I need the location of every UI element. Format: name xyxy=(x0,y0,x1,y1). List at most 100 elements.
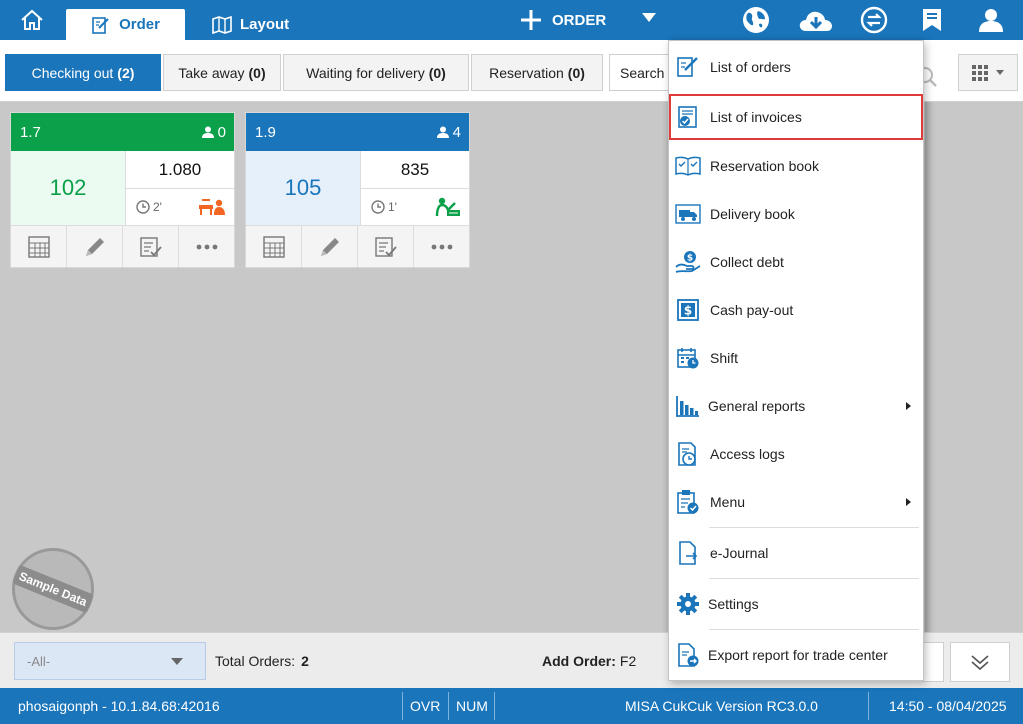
menu-divider xyxy=(709,629,919,630)
home-button[interactable] xyxy=(0,0,64,40)
edit-order-button[interactable] xyxy=(302,226,358,267)
clock-icon xyxy=(371,200,385,214)
tab-waiting-for-delivery[interactable]: Waiting for delivery (0) xyxy=(283,54,469,91)
globe-button[interactable] xyxy=(727,0,785,40)
tab-checking-out[interactable]: Checking out (2) xyxy=(5,54,161,91)
menu-item-label: Delivery book xyxy=(710,206,795,222)
order-edit-icon xyxy=(92,16,109,34)
elapsed-time: 1' xyxy=(388,200,397,214)
menu-item-reservation-book[interactable]: Reservation book xyxy=(669,144,923,188)
invoice-list-icon xyxy=(678,106,697,128)
chevron-down-icon xyxy=(996,69,1004,75)
grid-view-icon xyxy=(972,64,988,81)
tab-order[interactable]: Order xyxy=(66,9,185,40)
menu-item-export-report-for-trade-center[interactable]: Export report for trade center xyxy=(669,632,923,678)
menu-item-label: e-Journal xyxy=(710,545,769,561)
order-amount: 1.080 xyxy=(126,151,234,189)
globe-icon xyxy=(743,7,769,33)
menu-item-settings[interactable]: Settings xyxy=(669,581,923,627)
submenu-arrow-icon xyxy=(906,498,911,506)
main-menu-dropdown: List of orders List of invoices Reservat… xyxy=(668,40,924,681)
menu-item-list-of-invoices[interactable]: List of invoices xyxy=(669,94,923,140)
version-info: MISA CukCuk Version RC3.0.0 xyxy=(625,698,818,714)
total-orders: Total Orders: 2 xyxy=(215,653,309,669)
order-card-body: 102 1.080 2' xyxy=(11,151,234,226)
edit-order-button[interactable] xyxy=(67,226,123,267)
menu-item-label: List of orders xyxy=(710,59,791,75)
menu-item-delivery-book[interactable]: Delivery book xyxy=(669,192,923,236)
tab-order-label: Order xyxy=(119,16,160,33)
home-icon xyxy=(21,9,43,30)
calculator-icon xyxy=(262,235,285,258)
order-amount: 835 xyxy=(361,151,469,189)
tab-take-away[interactable]: Take away (0) xyxy=(163,54,281,91)
chevron-down-icon[interactable] xyxy=(642,13,656,22)
menu-item-list-of-orders[interactable]: List of orders xyxy=(669,45,923,89)
tab-layout-label: Layout xyxy=(240,16,290,33)
cloud-download-icon xyxy=(799,11,832,31)
tab-layout[interactable]: Layout xyxy=(212,9,312,40)
menu-item-shift[interactable]: Shift xyxy=(669,336,923,380)
person-icon xyxy=(436,126,449,138)
order-card-header: 1.7 0 xyxy=(11,113,234,151)
order-list-icon xyxy=(677,57,698,77)
calculator-button[interactable] xyxy=(246,226,302,267)
menu-item-collect-debt[interactable]: $ Collect debt xyxy=(669,240,923,284)
bottom-action-button[interactable] xyxy=(922,642,944,682)
menu-item-label: List of invoices xyxy=(710,109,802,125)
more-options-button[interactable] xyxy=(414,226,469,267)
menu-divider xyxy=(709,527,919,528)
menu-item-label: Access logs xyxy=(710,446,785,462)
chevron-down-icon xyxy=(171,657,183,665)
more-dots-icon xyxy=(431,244,452,249)
add-order-label: Add Order: xyxy=(542,653,616,669)
user-button[interactable] xyxy=(962,0,1020,40)
order-card[interactable]: 1.7 0 102 1.080 2' xyxy=(10,112,235,268)
more-dots-icon xyxy=(196,244,217,249)
guest-count: 0 xyxy=(201,124,226,141)
settings-gear-icon xyxy=(677,593,699,615)
new-order-label: ORDER xyxy=(552,11,607,29)
ovr-indicator: OVR xyxy=(410,698,441,714)
map-icon xyxy=(212,15,232,34)
total-orders-value: 2 xyxy=(301,653,309,669)
checklist-button[interactable] xyxy=(123,226,179,267)
top-bar: Order Layout ORDER xyxy=(0,0,1023,681)
tab-count: (0) xyxy=(567,64,585,81)
more-options-button[interactable] xyxy=(179,226,234,267)
menu-item-menu[interactable]: Menu xyxy=(669,480,923,524)
bookmark-button[interactable] xyxy=(903,0,961,40)
submenu-arrow-icon xyxy=(906,402,911,410)
menu-item-e-journal[interactable]: e-Journal xyxy=(669,530,923,576)
dine-in-icon xyxy=(199,199,225,215)
calculator-icon xyxy=(27,235,50,258)
menu-clipboard-icon xyxy=(677,490,699,514)
menu-item-general-reports[interactable]: General reports xyxy=(669,384,923,428)
expand-button[interactable] xyxy=(950,642,1010,682)
sync-button[interactable] xyxy=(845,0,903,40)
new-order-button[interactable]: ORDER xyxy=(520,0,606,40)
menu-item-cash-pay-out[interactable]: $ Cash pay-out xyxy=(669,288,923,332)
elapsed-time: 2' xyxy=(153,200,162,214)
sync-icon xyxy=(860,6,888,34)
svg-text:$: $ xyxy=(684,304,692,318)
total-orders-label: Total Orders: xyxy=(215,653,296,669)
calculator-button[interactable] xyxy=(11,226,67,267)
sync-download-button[interactable] xyxy=(787,0,845,40)
pencil-icon xyxy=(85,237,104,256)
filter-value: -All- xyxy=(27,653,51,669)
tab-reservation[interactable]: Reservation (0) xyxy=(471,54,603,91)
checklist-button[interactable] xyxy=(358,226,414,267)
tab-count: (0) xyxy=(428,64,446,81)
search-placeholder: Search xyxy=(620,64,665,81)
export-report-icon xyxy=(678,643,699,667)
area-filter-select[interactable]: -All- xyxy=(14,642,206,680)
order-table-number: 1.9 xyxy=(255,123,276,141)
menu-item-label: General reports xyxy=(708,398,806,414)
order-elapsed: 2' xyxy=(136,200,162,214)
search-input[interactable]: Search xyxy=(609,54,669,91)
view-mode-button[interactable] xyxy=(958,54,1018,91)
order-card[interactable]: 1.9 4 105 835 1' xyxy=(245,112,470,268)
menu-item-access-logs[interactable]: Access logs xyxy=(669,432,923,476)
menu-item-label: Settings xyxy=(708,596,759,612)
